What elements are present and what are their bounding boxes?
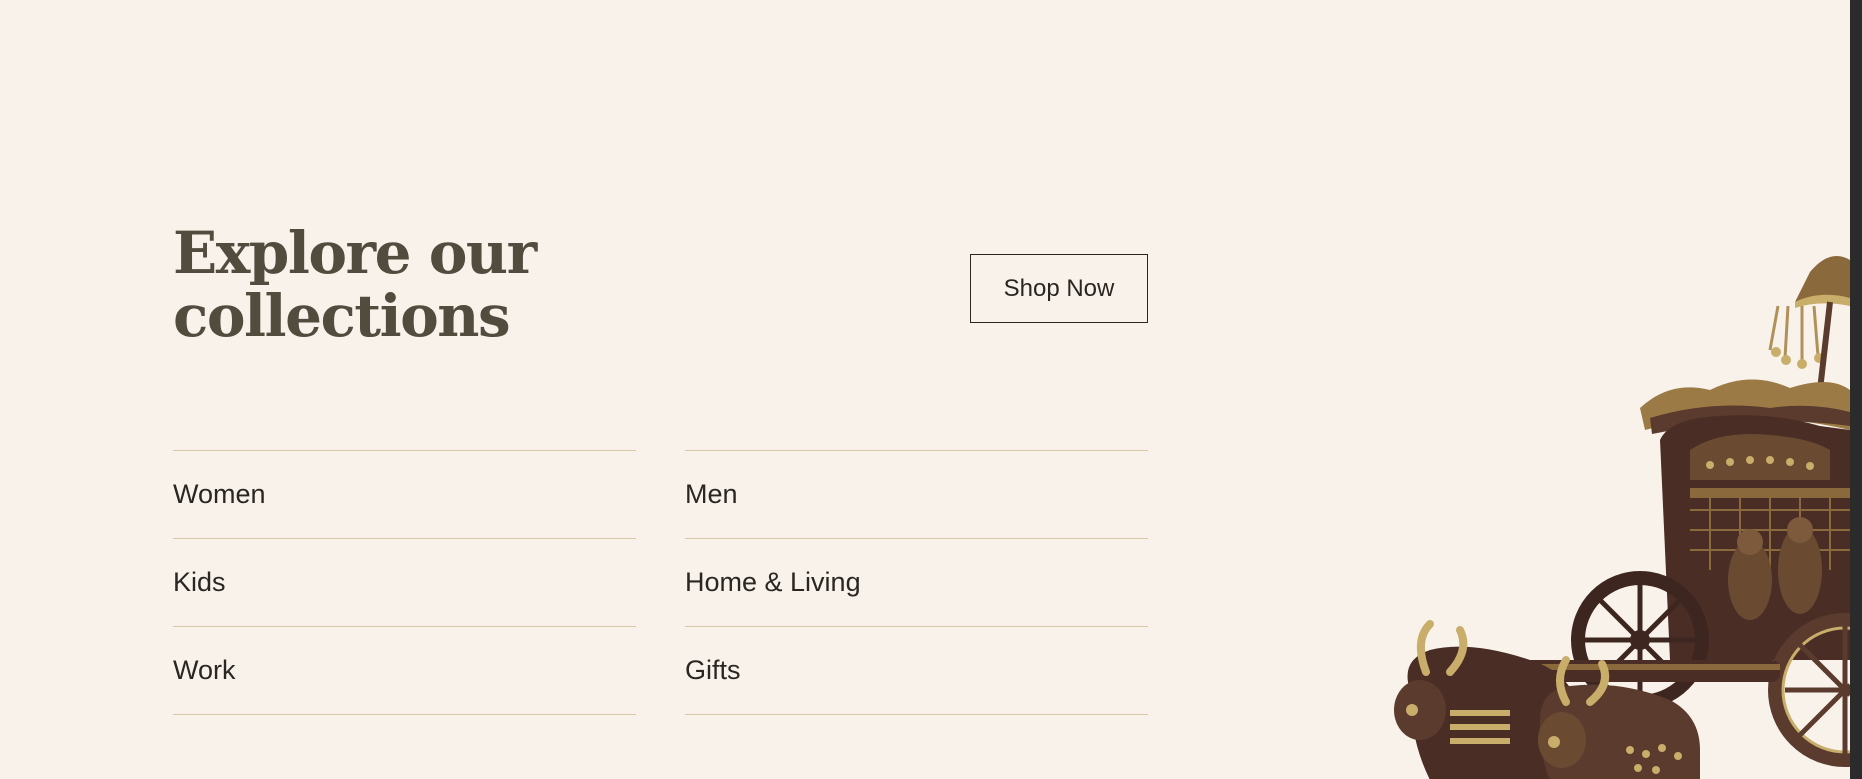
collections-section: Explore our collections Shop Now Women K… (0, 0, 1850, 779)
section-heading: Explore our collections (173, 219, 537, 350)
collection-link-women[interactable]: Women (173, 450, 636, 538)
collection-link-gifts[interactable]: Gifts (685, 626, 1148, 715)
shop-now-button[interactable]: Shop Now (970, 254, 1148, 323)
heading-line-1: Explore our (173, 219, 537, 287)
canopy-icon (1768, 256, 1850, 391)
scrollbar[interactable] (1850, 0, 1862, 779)
collection-link-work[interactable]: Work (173, 626, 636, 715)
brass-chariot-image (1394, 256, 1850, 779)
collection-link-men[interactable]: Men (685, 450, 1148, 538)
collection-list-left: Women Kids Work (173, 450, 636, 715)
heading-line-2: collections (173, 282, 511, 350)
collection-link-home-living[interactable]: Home & Living (685, 538, 1148, 626)
collection-list-right: Men Home & Living Gifts (685, 450, 1148, 715)
collection-link-kids[interactable]: Kids (173, 538, 636, 626)
